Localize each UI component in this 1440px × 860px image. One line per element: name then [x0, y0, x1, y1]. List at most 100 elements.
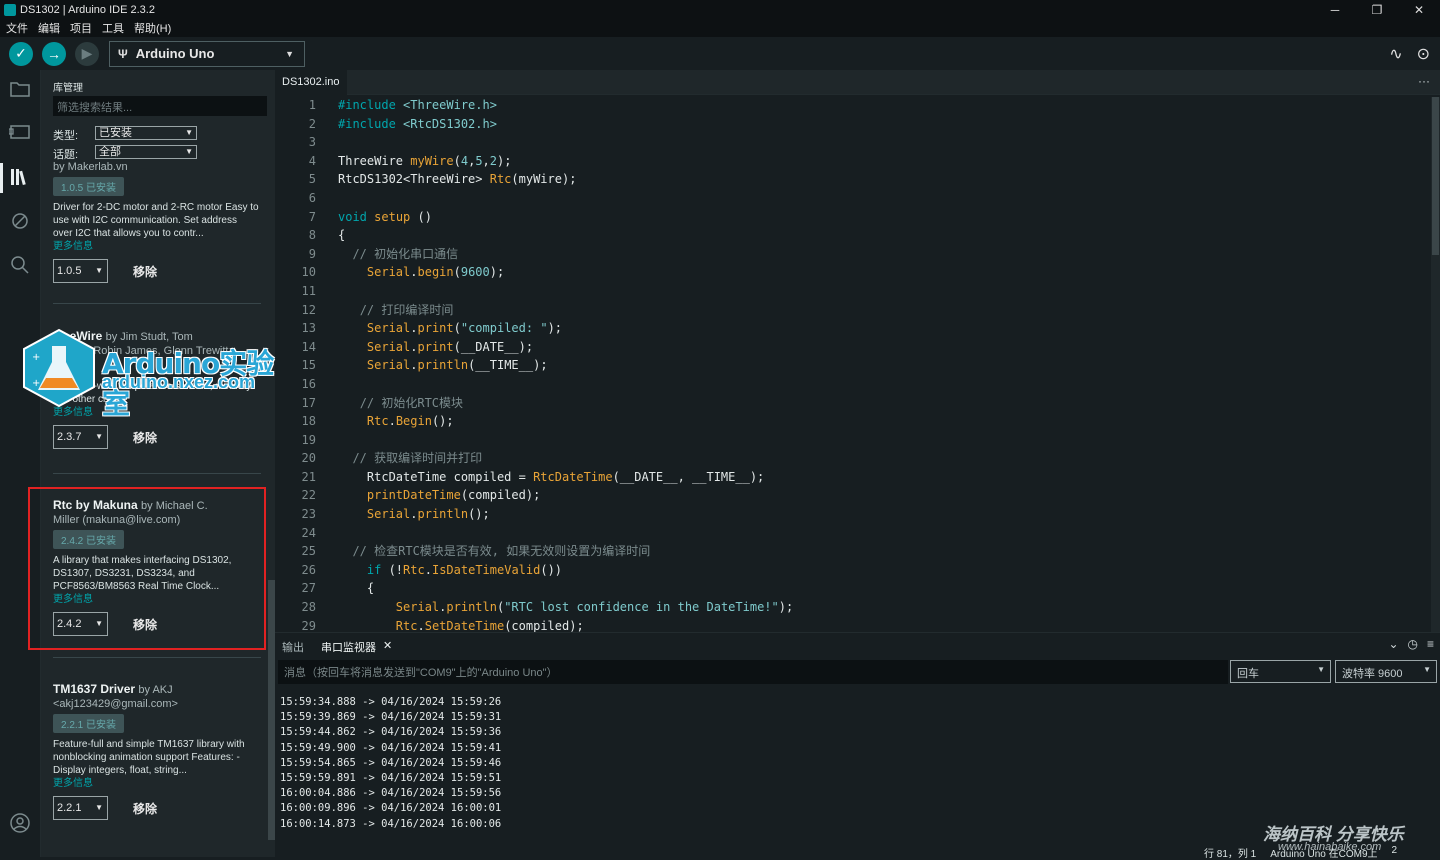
- version-value: 2.3.7: [57, 431, 82, 443]
- menu-edit[interactable]: 编辑: [38, 20, 60, 36]
- clear-output-icon[interactable]: ≡: [1427, 637, 1434, 651]
- close-window-button[interactable]: ✕: [1398, 3, 1440, 17]
- library-scrollbar[interactable]: [268, 580, 275, 840]
- debug-icon: ▶: [81, 45, 93, 61]
- tab-ds1302[interactable]: DS1302.ino: [275, 70, 347, 95]
- boards-manager-icon[interactable]: [8, 123, 31, 145]
- menu-tools[interactable]: 工具: [102, 20, 124, 36]
- code-line: 23 Serial.println();: [301, 507, 490, 522]
- flask-logo-icon: + +: [23, 328, 95, 408]
- scroll-thumb[interactable]: [1432, 97, 1439, 255]
- menu-help[interactable]: 帮助(H): [134, 20, 171, 36]
- remove-button[interactable]: 移除: [133, 263, 157, 280]
- divider: [53, 473, 261, 474]
- remove-button[interactable]: 移除: [133, 429, 157, 446]
- code-line: 2 #include <RtcDS1302.h>: [308, 116, 497, 131]
- code-line: 22 printDateTime(compiled);: [301, 488, 541, 503]
- code-line: 28 Serial.println("RTC lost confidence i…: [301, 600, 794, 615]
- toolbar-right: ∿ ⊙: [1375, 44, 1430, 64]
- divider: [53, 303, 261, 304]
- upload-button[interactable]: →: [42, 41, 66, 66]
- serial-line: 15:59:44.862 -> 04/16/2024 15:59:36: [280, 726, 502, 739]
- library-name-line: TM1637 Driver by AKJ: [53, 682, 259, 697]
- serial-line: 16:00:09.896 -> 04/16/2024 16:00:01: [280, 802, 502, 815]
- bottom-icons: ⌄ ◷ ≡: [1379, 637, 1434, 651]
- scroll-down-icon[interactable]: ⌄: [1388, 637, 1398, 651]
- more-info-link[interactable]: 更多信息: [53, 240, 259, 253]
- arduino-app-icon: [4, 3, 16, 16]
- library-card: TM1637 Driver by AKJ <akj123429@gmail.co…: [53, 682, 259, 820]
- editor-tabbar: DS1302.ino ···: [275, 70, 1440, 95]
- restore-button[interactable]: ❐: [1356, 3, 1398, 17]
- library-author: by Makerlab.vn: [53, 161, 128, 173]
- verify-button[interactable]: ✓: [9, 41, 33, 66]
- close-icon[interactable]: ✕: [383, 639, 392, 652]
- tab-serial-monitor[interactable]: 串口监视器: [321, 639, 376, 655]
- window-title: DS1302 | Arduino IDE 2.3.2: [20, 3, 155, 16]
- library-manager-panel: 库管理 筛选搜索结果... 类型: 已安装 ▼ 话题: 全部 ▼ by Makerl…: [41, 70, 275, 857]
- menu-sketch[interactable]: 项目: [70, 20, 92, 36]
- chevron-down-icon: ▼: [185, 147, 193, 156]
- code-line: 6: [308, 190, 316, 205]
- sketchbook-folder-icon[interactable]: [9, 80, 31, 102]
- serial-line: 16:00:04.886 -> 04/16/2024 15:59:56: [280, 787, 502, 800]
- serial-line: 16:00:14.873 -> 04/16/2024 16:00:06: [280, 817, 502, 830]
- code-line: 26 if (!Rtc.IsDateTimeValid()): [301, 562, 563, 577]
- code-line: 14 Serial.print(__DATE__);: [301, 339, 534, 354]
- library-actions: 2.2.1 ▼ 移除: [53, 796, 259, 820]
- notification-count[interactable]: 2: [1392, 845, 1398, 857]
- editor-scrollbar[interactable]: [1431, 97, 1440, 632]
- toolbar: ✓ → ▶ Ψ Arduino Uno ▼ ∿ ⊙: [0, 37, 1440, 70]
- line-ending-select[interactable]: 回车 ▼: [1230, 660, 1331, 683]
- bottom-tabs: 输出 串口监视器 ✕ ⌄ ◷ ≡: [275, 633, 1440, 658]
- code-line: 17 // 初始化RTC模块: [301, 395, 464, 410]
- serial-monitor-icon[interactable]: ⊙: [1417, 44, 1430, 64]
- library-description: Feature-full and simple TM1637 library w…: [53, 739, 245, 776]
- code-line: 7 void setup (): [308, 209, 432, 224]
- code-line: 20 // 获取编译时间并打印: [301, 451, 483, 466]
- arrow-right-icon: →: [47, 45, 61, 62]
- code-line: 19: [301, 432, 316, 447]
- serial-line: 15:59:49.900 -> 04/16/2024 15:59:41: [280, 741, 502, 754]
- board-selector[interactable]: Ψ Arduino Uno ▼: [109, 40, 305, 67]
- watermark-url: arduino.nxez.com: [102, 372, 256, 392]
- panel-title: 库管理: [53, 83, 83, 94]
- library-actions: 1.0.5 ▼ 移除: [53, 259, 259, 283]
- version-select[interactable]: 1.0.5 ▼: [53, 259, 108, 283]
- more-icon[interactable]: ···: [1418, 74, 1430, 88]
- baud-rate-select[interactable]: 波特率 9600 ▼: [1335, 660, 1437, 683]
- search-icon[interactable]: [9, 255, 31, 277]
- serial-plotter-icon[interactable]: ∿: [1389, 44, 1402, 64]
- version-select[interactable]: 2.2.1 ▼: [53, 796, 108, 820]
- baud-rate-value: 波特率 9600: [1342, 668, 1403, 680]
- timestamp-icon[interactable]: ◷: [1408, 637, 1418, 651]
- tab-output[interactable]: 输出: [282, 639, 304, 655]
- library-manager-icon[interactable]: [9, 167, 31, 189]
- version-value: 2.2.1: [57, 802, 82, 814]
- chevron-down-icon: ▼: [1423, 665, 1431, 674]
- serial-output: 15:59:34.888 -> 04/16/2024 15:59:26 15:5…: [280, 695, 501, 832]
- code-line: 18 Rtc.Begin();: [301, 414, 454, 429]
- svg-text:+: +: [32, 352, 40, 363]
- topic-select[interactable]: 全部 ▼: [95, 145, 197, 159]
- library-filter-input[interactable]: 筛选搜索结果...: [53, 96, 267, 116]
- account-icon[interactable]: [9, 812, 31, 834]
- type-select[interactable]: 已安装 ▼: [95, 126, 197, 140]
- remove-button[interactable]: 移除: [133, 800, 157, 817]
- debug-panel-icon[interactable]: [9, 211, 31, 233]
- code-line: 13 Serial.print("compiled: ");: [301, 321, 563, 336]
- chevron-down-icon: ▼: [95, 266, 103, 275]
- message-input[interactable]: 消息（按回车将消息发送到"COM9"上的"Arduino Uno"）: [278, 660, 1228, 684]
- minimize-button[interactable]: ─: [1314, 3, 1356, 17]
- version-select[interactable]: 2.3.7 ▼: [53, 425, 108, 449]
- code-area[interactable]: 1 #include <ThreeWire.h> 2 #include <RtcDS…: [275, 96, 1425, 632]
- library-author: <akj123429@gmail.com>: [53, 698, 178, 710]
- serial-line: 15:59:54.865 -> 04/16/2024 15:59:46: [280, 756, 502, 769]
- more-info-link[interactable]: 更多信息: [53, 777, 259, 790]
- menu-bar: 文件 编辑 项目 工具 帮助(H): [0, 19, 1440, 37]
- library-description: Driver for 2-DC motor and 2-RC motor Eas…: [53, 202, 259, 239]
- debug-button[interactable]: ▶: [75, 41, 99, 66]
- menu-file[interactable]: 文件: [6, 20, 28, 36]
- board-name: Arduino Uno: [135, 46, 215, 61]
- serial-line: 15:59:34.888 -> 04/16/2024 15:59:26: [280, 696, 502, 708]
